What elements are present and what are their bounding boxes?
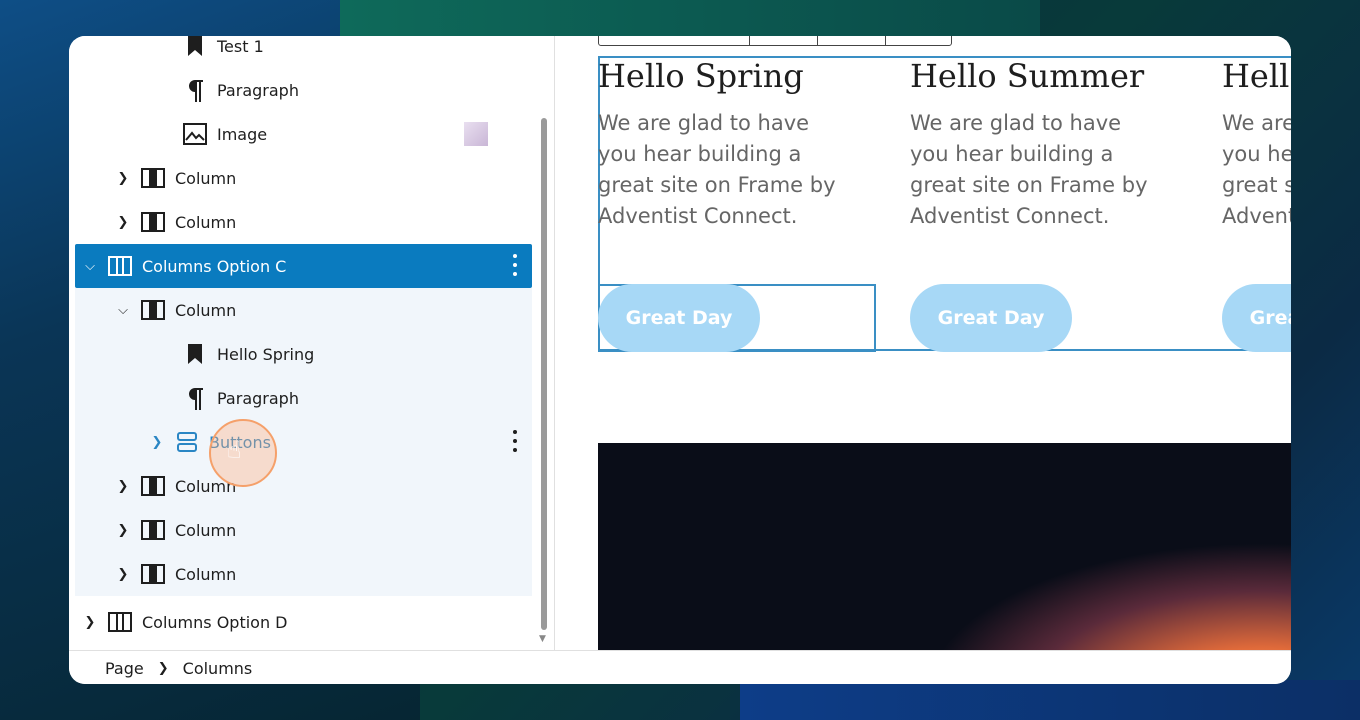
list-item-column[interactable]: ❯ Column [75,156,532,200]
block-toolbar[interactable] [598,36,952,46]
column-icon [141,166,165,190]
column-icon [141,474,165,498]
list-item-label: Columns Option C [142,256,287,276]
list-item-buttons[interactable]: ❯ Buttons [75,420,532,464]
list-view-panel: Test 1 Paragraph Image ❯ Column ❯ Column… [69,36,554,650]
chevron-right-icon[interactable]: ❯ [113,171,133,186]
great-day-button[interactable]: Great Day [598,284,760,352]
chevron-right-icon[interactable]: ❯ [80,615,100,630]
cover-image-block[interactable] [598,443,1291,650]
image-thumbnail [464,122,488,146]
chevron-right-icon[interactable]: ❯ [113,479,133,494]
list-item-label: Column [175,300,237,320]
chevron-down-icon[interactable]: ⌵ [113,303,133,318]
column-paragraph[interactable]: We are glad to have you hear building a … [1222,108,1291,232]
column-block[interactable]: Hello We are glad to have you hear build… [1222,56,1291,232]
breadcrumb-current[interactable]: Columns [183,659,253,678]
list-item-column[interactable]: ❯ Column [75,464,532,508]
column-paragraph[interactable]: We are glad to have you hear building a … [910,108,1160,232]
column-icon [141,298,165,322]
list-item-columns-option-c[interactable]: ⌵ Columns Option C [75,244,532,288]
bookmark-icon [183,342,207,366]
list-item-column[interactable]: ⌵ Column [75,288,532,332]
list-item-paragraph[interactable]: Paragraph [75,376,532,420]
list-item-label: Hello Spring [217,344,315,364]
options-menu-icon[interactable] [512,430,518,452]
image-icon [183,122,207,146]
buttons-icon [175,430,199,454]
breadcrumb: Page ❯ Columns [69,650,1291,684]
column-paragraph[interactable]: We are glad to have you hear building a … [598,108,848,232]
hand-cursor-icon: ☝ [227,436,242,464]
columns-icon [108,254,132,278]
column-heading[interactable]: Hello [1222,56,1291,96]
list-item-column[interactable]: ❯ Column [75,200,532,244]
list-item-heading[interactable]: Test 1 [75,36,532,68]
editor-canvas: Hello Spring We are glad to have you hea… [555,36,1291,650]
chevron-right-icon[interactable]: ❯ [147,435,167,450]
list-item-label: Image [217,124,268,144]
chevron-right-icon[interactable]: ❯ [113,523,133,538]
column-heading[interactable]: Hello Spring [598,56,858,96]
paragraph-icon [183,386,207,410]
list-item-label: Test 1 [217,36,264,56]
column-block[interactable]: Hello Spring We are glad to have you hea… [598,56,858,232]
list-item-label: Column [175,212,237,232]
list-item-label: Paragraph [217,80,299,100]
chevron-right-icon: ❯ [157,660,169,676]
column-icon [141,518,165,542]
list-item-label: Paragraph [217,388,299,408]
list-item-paragraph[interactable]: Paragraph [75,68,532,112]
column-block[interactable]: Hello Summer We are glad to have you hea… [910,56,1170,232]
chevron-right-icon[interactable]: ❯ [113,567,133,582]
chevron-down-icon[interactable]: ⌵ [80,259,100,274]
chevron-right-icon[interactable]: ❯ [113,215,133,230]
list-item-heading[interactable]: Hello Spring [75,332,532,376]
bookmark-icon [183,36,207,58]
cursor-highlight [209,419,277,487]
column-icon [141,210,165,234]
list-item-label: Column [175,520,237,540]
scroll-down-arrow-icon[interactable]: ▼ [539,634,546,644]
editor-window: Test 1 Paragraph Image ❯ Column ❯ Column… [69,36,1291,684]
list-item-column[interactable]: ❯ Column [75,508,532,552]
list-item-label: Column [175,564,237,584]
list-view-scrollbar[interactable] [541,118,547,630]
great-day-button[interactable]: Great Day [910,284,1072,352]
list-item-label: Columns Option D [142,612,288,632]
options-menu-icon[interactable] [512,254,518,276]
list-item-columns-option-d[interactable]: ❯ Columns Option D [75,600,532,644]
breadcrumb-page[interactable]: Page [105,659,144,678]
list-item-image[interactable]: Image [75,112,532,156]
columns-icon [108,610,132,634]
column-icon [141,562,165,586]
paragraph-icon [183,78,207,102]
column-heading[interactable]: Hello Summer [910,56,1170,96]
great-day-button[interactable]: Great Day [1222,284,1291,352]
list-item-column[interactable]: ❯ Column [75,552,532,596]
list-item-label: Column [175,168,237,188]
